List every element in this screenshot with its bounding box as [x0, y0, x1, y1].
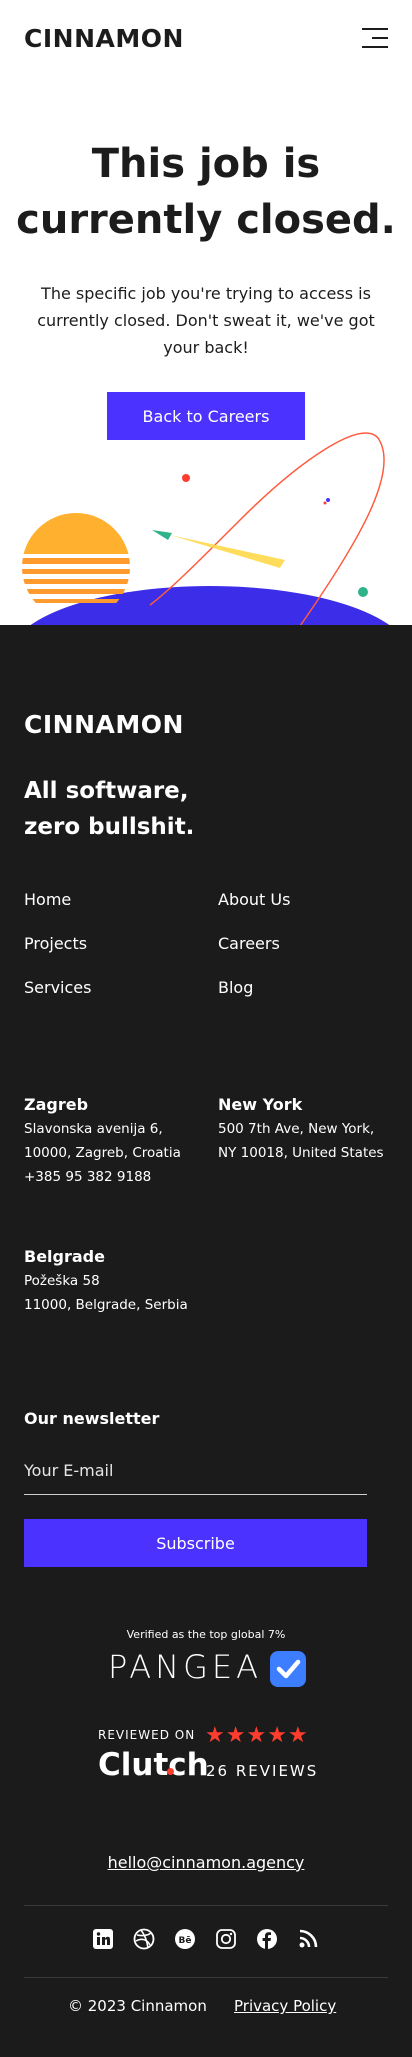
office-newyork-line2: NY 10018, United States	[218, 1145, 384, 1161]
star-dot-green	[358, 587, 368, 597]
footer-tagline: All software, zero bullshit.	[24, 773, 194, 845]
svg-text:Bē: Bē	[179, 1936, 192, 1946]
star-icon: ★	[267, 1722, 288, 1747]
office-belgrade-name: Belgrade	[24, 1247, 105, 1266]
dribbble-icon[interactable]	[133, 1928, 155, 1950]
star-icon: ★	[225, 1722, 247, 1747]
footer-divider-bottom	[24, 1977, 388, 1978]
office-newyork-name: New York	[218, 1095, 303, 1114]
footer-link-projects[interactable]: Projects	[24, 934, 87, 953]
office-newyork-line1: 500 7th Ave, New York,	[218, 1121, 375, 1137]
clutch-rating-stars: ★★★★★	[205, 1722, 309, 1748]
instagram-icon[interactable]	[215, 1928, 237, 1950]
star-icon: ★	[287, 1722, 309, 1747]
pangea-logo[interactable]: PANGEA	[108, 1648, 262, 1686]
footer-logo[interactable]: CINNAMON	[24, 710, 184, 739]
site-footer: CINNAMON All software, zero bullshit. Ho…	[0, 625, 412, 2057]
comet-trail	[170, 535, 285, 568]
clutch-logo[interactable]: Clutch	[98, 1747, 209, 1783]
footer-link-services[interactable]: Services	[24, 978, 91, 997]
clutch-logo-dot	[167, 1768, 174, 1775]
footer-divider-top	[24, 1905, 388, 1906]
rocket-shape	[152, 530, 172, 540]
privacy-policy-link[interactable]: Privacy Policy	[234, 1997, 336, 2015]
clutch-review-count: 26 REVIEWS	[206, 1762, 319, 1780]
social-links: Bē	[92, 1928, 320, 1952]
newsletter-email-input[interactable]	[24, 1447, 367, 1495]
page-title-line2: currently closed.	[16, 197, 396, 243]
copyright-text: © 2023 Cinnamon	[68, 1997, 207, 2015]
newsletter-title: Our newsletter	[24, 1409, 160, 1428]
footer-link-about[interactable]: About Us	[218, 890, 290, 909]
pangea-caption: Verified as the top global 7%	[126, 1628, 286, 1641]
office-zagreb-line2: 10000, Zagreb, Croatia	[24, 1145, 181, 1161]
star-dot-blue	[326, 498, 330, 502]
star-dot-red	[182, 474, 190, 482]
star-dot-red2	[323, 501, 327, 505]
office-zagreb-name: Zagreb	[24, 1095, 89, 1114]
star-icon: ★	[205, 1722, 226, 1747]
page-title: This job is currently closed.	[0, 136, 412, 248]
star-icon: ★	[246, 1722, 268, 1747]
office-zagreb-line1: Slavonska avenija 6,	[24, 1121, 163, 1137]
hamburger-menu-icon[interactable]	[362, 28, 388, 48]
contact-email-link[interactable]: hello@cinnamon.agency	[0, 1853, 412, 1872]
linkedin-icon[interactable]	[92, 1928, 114, 1950]
facebook-icon[interactable]	[256, 1928, 278, 1950]
office-belgrade-line1: Požeška 58	[24, 1273, 100, 1289]
office-zagreb-phone[interactable]: +385 95 382 9188	[24, 1165, 151, 1189]
site-logo[interactable]: CINNAMON	[24, 24, 184, 53]
sun-shape	[22, 513, 130, 603]
behance-icon[interactable]: Bē	[174, 1928, 196, 1950]
subscribe-button[interactable]: Subscribe	[24, 1519, 367, 1567]
pangea-check-icon	[270, 1651, 306, 1687]
page-title-line1: This job is	[91, 141, 321, 187]
site-header: CINNAMON	[0, 0, 412, 80]
rss-icon[interactable]	[297, 1928, 319, 1950]
office-belgrade-line2: 11000, Belgrade, Serbia	[24, 1297, 188, 1313]
page-description: The specific job you're trying to access…	[37, 284, 375, 357]
tagline-line2: zero bullshit.	[24, 814, 195, 840]
footer-link-home[interactable]: Home	[24, 890, 71, 909]
tagline-line1: All software,	[24, 778, 189, 804]
footer-link-blog[interactable]: Blog	[218, 978, 253, 997]
footer-link-careers[interactable]: Careers	[218, 934, 280, 953]
space-illustration	[22, 432, 391, 626]
clutch-reviewed-on: REVIEWED ON	[98, 1728, 196, 1742]
